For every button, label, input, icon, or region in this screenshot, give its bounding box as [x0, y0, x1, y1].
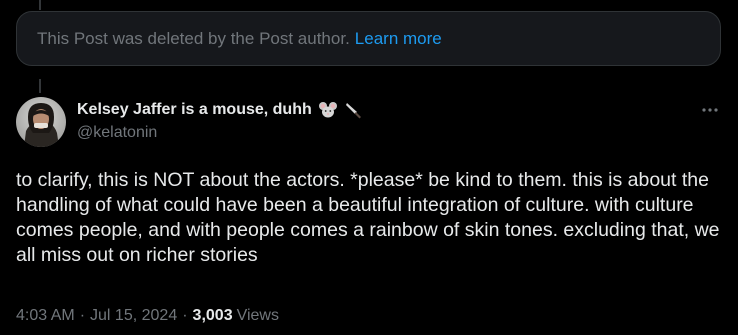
deleted-post-notice: This Post was deleted by the Post author…	[16, 11, 721, 66]
post-time[interactable]: 4:03 AM	[16, 307, 75, 325]
author-name-row[interactable]: Kelsey Jaffer is a mouse, duhh	[77, 99, 364, 121]
author-block: Kelsey Jaffer is a mouse, duhh @kelatoni…	[77, 99, 364, 142]
author-display-name[interactable]: Kelsey Jaffer is a mouse, duhh	[77, 101, 312, 119]
post-meta: 4:03 AM · Jul 15, 2024 · 3,003 Views	[16, 307, 279, 325]
deleted-notice-text: This Post was deleted by the Post author…	[37, 28, 350, 48]
learn-more-link[interactable]: Learn more	[355, 29, 442, 49]
thread-line	[39, 0, 41, 10]
more-options-icon[interactable]	[700, 100, 720, 120]
author-handle[interactable]: @kelatonin	[77, 124, 364, 142]
post-text: to clarify, this is NOT about the actors…	[16, 169, 720, 266]
thread-line	[39, 79, 41, 93]
views-label: Views	[236, 307, 279, 324]
knife-icon	[344, 100, 364, 120]
meta-separator: ·	[182, 307, 188, 324]
meta-separator: ·	[79, 307, 86, 324]
post-date[interactable]: Jul 15, 2024	[90, 307, 177, 325]
views-count: 3,003	[192, 307, 233, 324]
mouse-icon	[318, 100, 338, 120]
avatar[interactable]	[16, 97, 66, 147]
